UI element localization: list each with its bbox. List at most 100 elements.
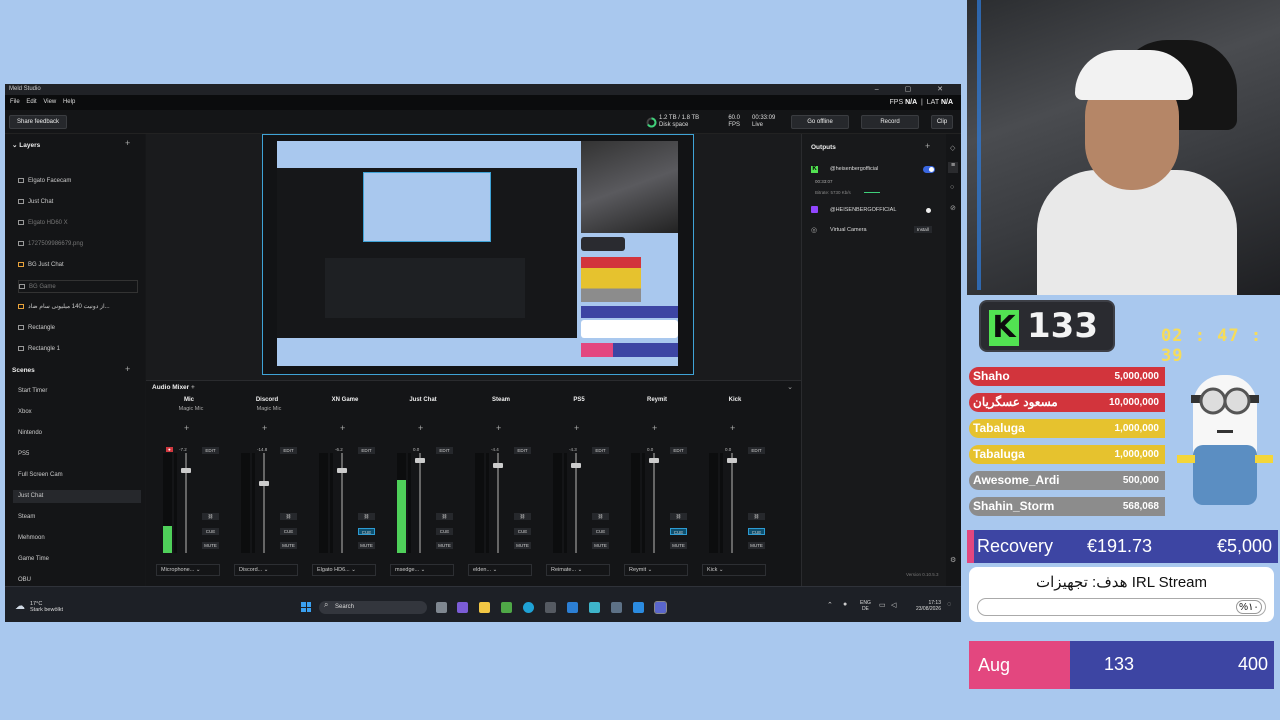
layer-item[interactable]: BG Game (18, 280, 138, 293)
volume-fader-handle[interactable] (181, 468, 191, 473)
mute-button[interactable]: MUTE (202, 542, 219, 549)
link-icon[interactable]: ⛓ (202, 513, 219, 520)
link-icon[interactable]: ⛓ (592, 513, 609, 520)
clock[interactable]: 17:13 23/08/2026 (907, 600, 941, 612)
mute-button[interactable]: MUTE (514, 542, 531, 549)
channel-name[interactable]: Discord (232, 397, 302, 403)
add-layer-button[interactable]: + (125, 138, 130, 148)
layer-item[interactable]: از دونیت 140 میلیونی سام ضاد... (18, 301, 138, 314)
layer-item[interactable]: Elgato Facecam (18, 175, 138, 188)
tray-chevron-icon[interactable]: ⌃ (827, 601, 833, 609)
scene-item[interactable]: Steam (18, 511, 136, 524)
channel-name[interactable]: Just Chat (388, 397, 458, 403)
mail-icon[interactable] (567, 602, 578, 613)
volume-fader-track[interactable] (497, 453, 499, 553)
chat-icon[interactable]: ○ (950, 184, 954, 191)
network-icon[interactable]: ▭ (879, 601, 886, 609)
channel-filter[interactable]: Magic Mic (236, 406, 302, 412)
taskbar-search-box[interactable]: Search (319, 601, 427, 614)
clip-button[interactable]: Clip (931, 115, 953, 129)
layer-item[interactable]: Just Chat (18, 196, 138, 209)
add-filter-button[interactable]: + (418, 423, 423, 433)
channel-filter[interactable]: Magic Mic (158, 406, 224, 412)
add-filter-button[interactable]: + (574, 423, 579, 433)
stats-icon[interactable]: ⊘ (950, 204, 956, 212)
properties-icon[interactable]: ◇ (950, 144, 955, 152)
cue-button[interactable]: CUE (592, 528, 609, 535)
volume-fader-handle[interactable] (571, 463, 581, 468)
add-filter-button[interactable]: + (262, 423, 267, 433)
add-scene-button[interactable]: + (125, 364, 130, 374)
volume-fader-handle[interactable] (337, 468, 347, 473)
cue-button[interactable]: CUE (748, 528, 765, 535)
scene-item[interactable]: PS5 (18, 448, 136, 461)
meld-studio-taskbar-icon[interactable] (654, 601, 667, 614)
volume-fader-track[interactable] (419, 453, 421, 553)
channel-source-select[interactable]: msedge... ⌄ (390, 564, 454, 576)
channel-edit-button[interactable]: EDIT (202, 447, 219, 454)
language-indicator[interactable]: ENG DE (860, 600, 871, 612)
channel-source-select[interactable]: Reymit ⌄ (624, 564, 688, 576)
mixer-collapse-icon[interactable]: ⌄ (787, 383, 793, 391)
cue-button[interactable]: CUE (202, 528, 219, 535)
windows-start-icon[interactable] (301, 602, 311, 612)
volume-fader-track[interactable] (653, 453, 655, 553)
link-icon[interactable]: ⛓ (670, 513, 687, 520)
install-virtual-camera-button[interactable]: Install (914, 226, 932, 233)
file-explorer-icon[interactable] (479, 602, 490, 613)
add-filter-button[interactable]: + (496, 423, 501, 433)
menu-edit[interactable]: Edit (26, 95, 36, 110)
channel-source-select[interactable]: Discord... ⌄ (234, 564, 298, 576)
mute-button[interactable]: MUTE (670, 542, 687, 549)
cue-button[interactable]: CUE (280, 528, 297, 535)
add-filter-button[interactable]: + (340, 423, 345, 433)
channel-source-select[interactable]: elden... ⌄ (468, 564, 532, 576)
channel-edit-button[interactable]: EDIT (514, 447, 531, 454)
link-icon[interactable]: ⛓ (748, 513, 765, 520)
volume-fader-handle[interactable] (493, 463, 503, 468)
scene-item-active[interactable]: Just Chat (13, 490, 141, 503)
menu-view[interactable]: View (43, 95, 56, 110)
scene-item[interactable]: Xbox (18, 406, 136, 419)
layer-item[interactable]: 1727509986679.png (18, 238, 138, 251)
channel-name[interactable]: Steam (466, 397, 536, 403)
vscode-icon[interactable] (633, 602, 644, 613)
mute-button[interactable]: MUTE (280, 542, 297, 549)
window-controls[interactable]: – ▢ ✕ (875, 84, 955, 95)
add-channel-button[interactable]: + (191, 384, 195, 391)
link-icon[interactable]: ⛓ (436, 513, 453, 520)
link-icon[interactable]: ⛓ (358, 513, 375, 520)
weather-widget[interactable]: 17°C Stark bewölkt (30, 601, 63, 613)
channel-edit-button[interactable]: EDIT (748, 447, 765, 454)
channel-name[interactable]: Reymit (622, 397, 692, 403)
app-icon[interactable] (589, 602, 600, 613)
mute-button[interactable]: MUTE (358, 542, 375, 549)
scene-item[interactable]: Nintendo (18, 427, 136, 440)
volume-fader-track[interactable] (575, 453, 577, 553)
layer-item[interactable]: Rectangle 1 (18, 343, 138, 356)
teams-icon[interactable] (457, 602, 468, 613)
volume-fader-handle[interactable] (649, 458, 659, 463)
layer-item[interactable]: BG Just Chat (18, 259, 138, 272)
task-view-icon[interactable] (436, 602, 447, 613)
volume-fader-handle[interactable] (415, 458, 425, 463)
edge-icon[interactable] (523, 602, 534, 613)
layer-item[interactable]: Elgato HD60 X (18, 217, 138, 230)
add-filter-button[interactable]: + (652, 423, 657, 433)
cue-button[interactable]: CUE (514, 528, 531, 535)
notifications-icon[interactable]: ◌ (947, 601, 951, 608)
channel-edit-button[interactable]: EDIT (592, 447, 609, 454)
volume-fader-track[interactable] (731, 453, 733, 553)
channel-edit-button[interactable]: EDIT (280, 447, 297, 454)
channel-source-select[interactable]: Reimate... ⌄ (546, 564, 610, 576)
volume-fader-track[interactable] (263, 453, 265, 553)
add-filter-button[interactable]: + (184, 423, 189, 433)
scene-preview[interactable] (262, 134, 694, 375)
channel-name[interactable]: XN Game (310, 397, 380, 403)
menu-help[interactable]: Help (63, 95, 75, 110)
cue-button[interactable]: CUE (358, 528, 375, 535)
volume-fader-handle[interactable] (259, 481, 269, 486)
kick-output-toggle[interactable] (923, 166, 935, 173)
microphone-icon[interactable]: ● (843, 601, 847, 608)
mute-button[interactable]: MUTE (436, 542, 453, 549)
